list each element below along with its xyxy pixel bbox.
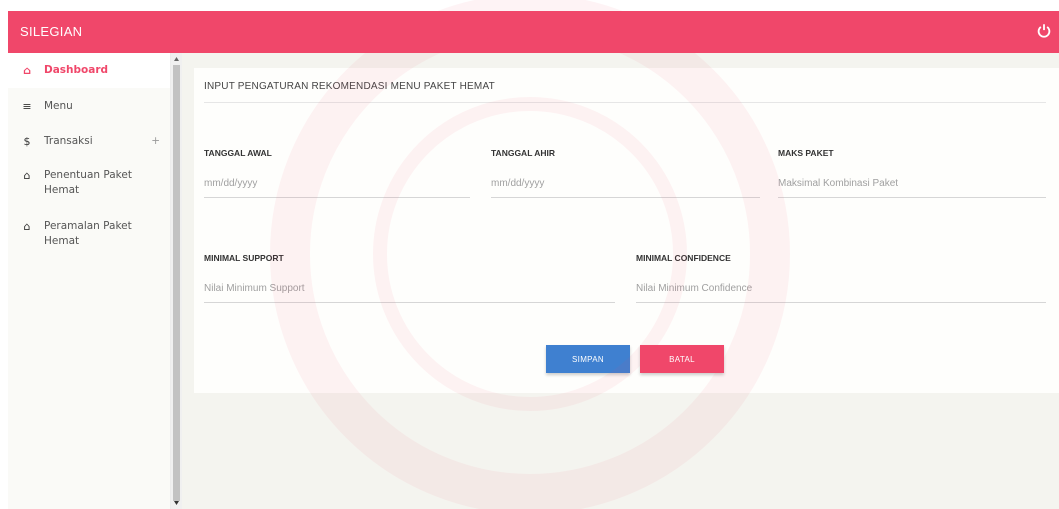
home-icon: ⌂ [23, 64, 31, 77]
minimal-confidence-group: MINIMAL CONFIDENCE [636, 253, 1046, 303]
maks-paket-group: MAKS PAKET [778, 148, 1046, 198]
tanggal-awal-group: TANGGAL AWAL [204, 148, 470, 198]
sidebar-item-label: Dashboard [44, 64, 109, 76]
scrollbar-thumb[interactable] [173, 65, 180, 501]
settings-form-card: INPUT PENGATURAN REKOMENDASI MENU PAKET … [194, 68, 1059, 393]
tanggal-awal-label: TANGGAL AWAL [204, 148, 272, 158]
sidebar-item-dashboard[interactable]: ⌂ Dashboard [8, 53, 170, 88]
sidebar: ⌂ Dashboard ≡ Menu $ Transaksi + ⌂ Penen… [8, 53, 171, 509]
main-content: INPUT PENGATURAN REKOMENDASI MENU PAKET … [182, 53, 1059, 509]
sidebar-item-label: Penentuan Paket Hemat [44, 169, 132, 196]
tanggal-awal-input[interactable] [204, 170, 470, 198]
minimal-support-group: MINIMAL SUPPORT [204, 253, 615, 303]
simpan-button[interactable]: SIMPAN [546, 345, 630, 373]
sidebar-item-label: Peramalan Paket Hemat [44, 220, 132, 247]
minimal-confidence-input[interactable] [636, 275, 1046, 303]
top-navbar: SILEGIAN [8, 11, 1059, 53]
sidebar-scrollbar[interactable] [171, 53, 182, 509]
app-title: SILEGIAN [20, 24, 83, 39]
tanggal-ahir-group: TANGGAL AHIR [491, 148, 760, 198]
sidebar-item-penentuan-paket-hemat[interactable]: ⌂ Penentuan Paket Hemat [8, 158, 170, 209]
maks-paket-input[interactable] [778, 170, 1046, 198]
power-icon[interactable] [1035, 22, 1053, 40]
tanggal-ahir-input[interactable] [491, 170, 760, 198]
sidebar-item-menu[interactable]: ≡ Menu [8, 88, 170, 123]
minimal-support-input[interactable] [204, 275, 615, 303]
dollar-icon: $ [23, 135, 31, 148]
batal-button[interactable]: BATAL [640, 345, 724, 373]
minimal-support-label: MINIMAL SUPPORT [204, 253, 284, 263]
scroll-down-icon[interactable] [171, 499, 182, 507]
maks-paket-label: MAKS PAKET [778, 148, 834, 158]
sidebar-item-transaksi[interactable]: $ Transaksi + [8, 123, 170, 158]
sidebar-item-label: Transaksi [44, 135, 93, 147]
form-title: INPUT PENGATURAN REKOMENDASI MENU PAKET … [204, 81, 1046, 103]
home-icon: ⌂ [23, 169, 31, 182]
home-icon: ⌂ [23, 220, 31, 233]
tanggal-ahir-label: TANGGAL AHIR [491, 148, 556, 158]
scroll-up-icon[interactable] [171, 55, 182, 63]
expand-plus-icon[interactable]: + [151, 134, 160, 149]
minimal-confidence-label: MINIMAL CONFIDENCE [636, 253, 731, 263]
hamburger-icon: ≡ [22, 100, 32, 113]
sidebar-item-peramalan-paket-hemat[interactable]: ⌂ Peramalan Paket Hemat [8, 209, 170, 260]
sidebar-item-label: Menu [44, 100, 73, 112]
